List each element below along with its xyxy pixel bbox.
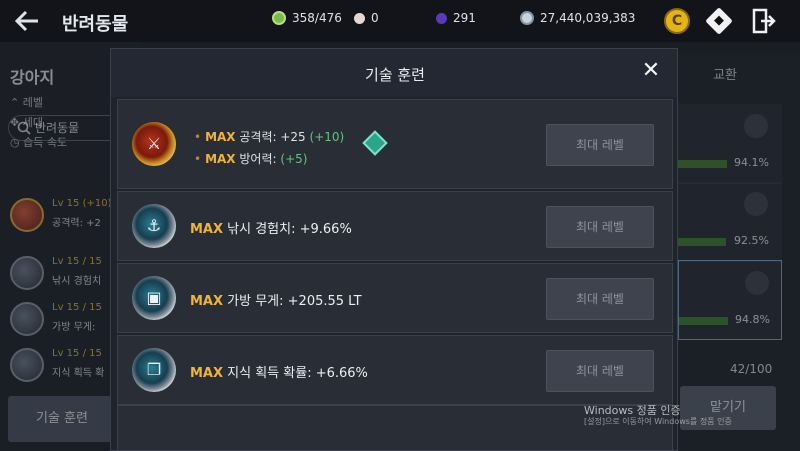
fishing-rod-medal-icon: ⚓: [132, 204, 176, 248]
pet-card[interactable]: 92.5%: [678, 182, 782, 262]
skill-level: Lv 15 / 15: [52, 302, 102, 313]
book-medal-icon: [10, 348, 44, 382]
skill-stat-line: MAX 지식 획득 확률: +6.66%: [190, 362, 368, 381]
progress-percent: 92.5%: [734, 234, 769, 247]
skill-row-fishing-exp: ⚓ MAX 낚시 경험치: +9.66% 최대 레벨: [117, 191, 673, 261]
max-label: MAX: [190, 366, 224, 381]
bag-medal-icon: [10, 302, 44, 336]
pet-name: 강아지: [10, 68, 55, 87]
tab-exchange[interactable]: 교환: [690, 64, 760, 88]
max-label: MAX: [190, 294, 224, 309]
stat-bonus: (+5): [280, 152, 308, 166]
skill-training-modal: 기술 훈련 ✕ ⚔ • MAX 공격력: +25 (+10) • MAX 방어력: …: [110, 48, 678, 451]
pet-card[interactable]: 94.1%: [678, 104, 782, 184]
skill-stat-line: • MAX 방어력: (+5): [194, 152, 308, 166]
bag-medal-icon: ▣: [132, 276, 176, 320]
skill-level: Lv 15 / 15: [52, 256, 102, 267]
max-level-button[interactable]: 최대 레벨: [546, 278, 654, 320]
skill-row-bag-weight: ▣ MAX 가방 무게: +205.55 LT 최대 레벨: [117, 263, 673, 333]
fish-token-icon: [272, 11, 286, 25]
skill-stat-line: MAX 낚시 경험치: +9.66%: [190, 218, 352, 237]
stat-bonus: (+10): [309, 130, 345, 144]
skill-stat-line: MAX 가방 무게: +205.55 LT: [190, 290, 362, 309]
resource-value: 27,440,039,383: [540, 11, 636, 25]
stat-level: ⌃ 레벨: [10, 96, 43, 109]
skill-text: 낚시 경험치: [52, 276, 102, 287]
resource-fish-token: 358/476: [272, 11, 342, 25]
gem-icon: [362, 130, 388, 156]
modal-title: 기술 훈련: [365, 66, 425, 84]
fishing-rod-medal-icon: [10, 256, 44, 290]
pearl-icon: [354, 12, 365, 24]
progress-bar: [678, 160, 727, 168]
max-label: MAX: [205, 152, 236, 166]
progress-bar: [679, 317, 728, 325]
resource-silver: 27,440,039,383: [520, 11, 635, 25]
stat-text: 방어력:: [239, 152, 277, 166]
progress-percent: 94.1%: [734, 156, 769, 169]
max-level-button[interactable]: 최대 레벨: [546, 350, 654, 392]
windows-activation-hint: [설정]으로 이동하여 Windows를 정품 인증: [584, 417, 732, 426]
max-label: MAX: [205, 130, 236, 144]
sword-medal-icon: ⚔: [132, 122, 176, 166]
skill-text: 공격력: +2: [52, 218, 101, 229]
book-medal-icon: ❐: [132, 348, 176, 392]
max-level-button[interactable]: 최대 레벨: [546, 206, 654, 248]
page-title: 반려동물: [62, 14, 129, 35]
pet-badge-icon: [745, 271, 769, 295]
skill-level: Lv 15 (+10): [52, 198, 112, 209]
stat-text: 공격력: +25: [239, 130, 306, 144]
pet-badge-icon: [744, 192, 768, 216]
max-level-button[interactable]: 최대 레벨: [546, 124, 654, 166]
pet-count: 42/100: [730, 362, 773, 376]
skill-stat-line: • MAX 공격력: +25 (+10): [194, 130, 345, 144]
top-bar: 반려동물 358/476 0 291 27,440,039,383 C ◆: [0, 0, 800, 42]
back-arrow-icon[interactable]: [12, 6, 42, 36]
stat-text: 낚시 경험치: +9.66%: [227, 222, 352, 237]
progress-percent: 94.8%: [735, 313, 770, 326]
pet-card-selected[interactable]: 94.8%: [678, 260, 782, 340]
pet-badge-icon: [744, 114, 768, 138]
skill-row-attack-defense: ⚔ • MAX 공격력: +25 (+10) • MAX 방어력: (+5) 최대 …: [117, 99, 673, 189]
close-icon[interactable]: ✕: [639, 59, 663, 83]
resource-value: 358/476: [292, 11, 342, 25]
modal-header: 기술 훈련 ✕: [111, 49, 677, 97]
progress-bar: [678, 238, 726, 246]
coin-shop-button[interactable]: C: [664, 8, 690, 34]
compass-icon: ◆: [714, 13, 724, 28]
skill-text: 지식 획득 확: [52, 368, 105, 379]
resource-pearl: 0: [354, 11, 379, 25]
stat-text: 가방 무게: +205.55 LT: [227, 294, 362, 309]
skill-row-knowledge: ❐ MAX 지식 획득 확률: +6.66% 최대 레벨: [117, 335, 673, 405]
resource-value: 291: [453, 11, 476, 25]
stat-label: 레벨: [22, 96, 43, 109]
stat-text: 지식 획득 확률: +6.66%: [227, 366, 368, 381]
skill-level: Lv 15 / 15: [52, 348, 102, 359]
skill-training-button[interactable]: 기술 훈련: [8, 396, 116, 442]
sword-medal-icon: [10, 198, 44, 232]
skill-text: 가방 무게:: [52, 322, 96, 333]
resource-gem: 291: [436, 11, 476, 25]
exit-icon[interactable]: [752, 8, 776, 34]
gem-purple-icon: [436, 12, 447, 24]
max-label: MAX: [190, 222, 224, 237]
resource-value: 0: [371, 11, 379, 25]
search-icon: [17, 121, 31, 135]
silver-coin-icon: [520, 11, 534, 25]
search-label: 반려동물: [35, 121, 80, 135]
